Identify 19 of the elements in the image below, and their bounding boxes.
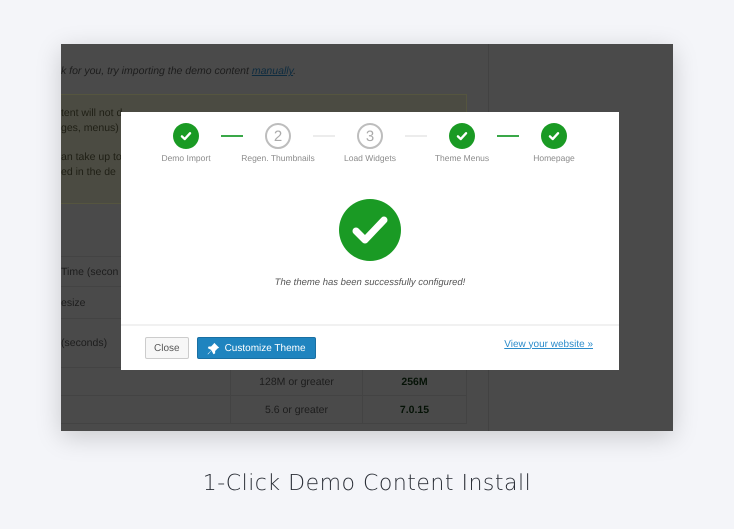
step-label: Regen. Thumbnails bbox=[240, 153, 316, 163]
check-icon bbox=[179, 129, 193, 143]
view-website-link[interactable]: View your website » bbox=[504, 338, 593, 350]
success-message: The theme has been successfully configured! bbox=[274, 277, 466, 288]
step-label: Theme Menus bbox=[434, 153, 490, 163]
step-label: Load Widgets bbox=[343, 153, 397, 163]
customize-theme-button[interactable]: Customize Theme bbox=[196, 337, 316, 359]
step-label: Demo Import bbox=[160, 153, 212, 163]
check-icon bbox=[547, 129, 561, 143]
pin-icon bbox=[206, 342, 220, 354]
table-cell: 7.0.15 bbox=[400, 404, 430, 416]
table-cell: 256M bbox=[401, 376, 428, 388]
success-check-icon bbox=[339, 199, 401, 261]
check-icon bbox=[455, 129, 469, 143]
step-label: Homepage bbox=[532, 153, 576, 163]
close-button[interactable]: Close bbox=[145, 337, 189, 359]
step-indicator: 2 bbox=[265, 123, 291, 149]
step-indicator: 3 bbox=[357, 123, 383, 149]
caption-text: 1-Click Demo Content Install bbox=[202, 471, 532, 496]
